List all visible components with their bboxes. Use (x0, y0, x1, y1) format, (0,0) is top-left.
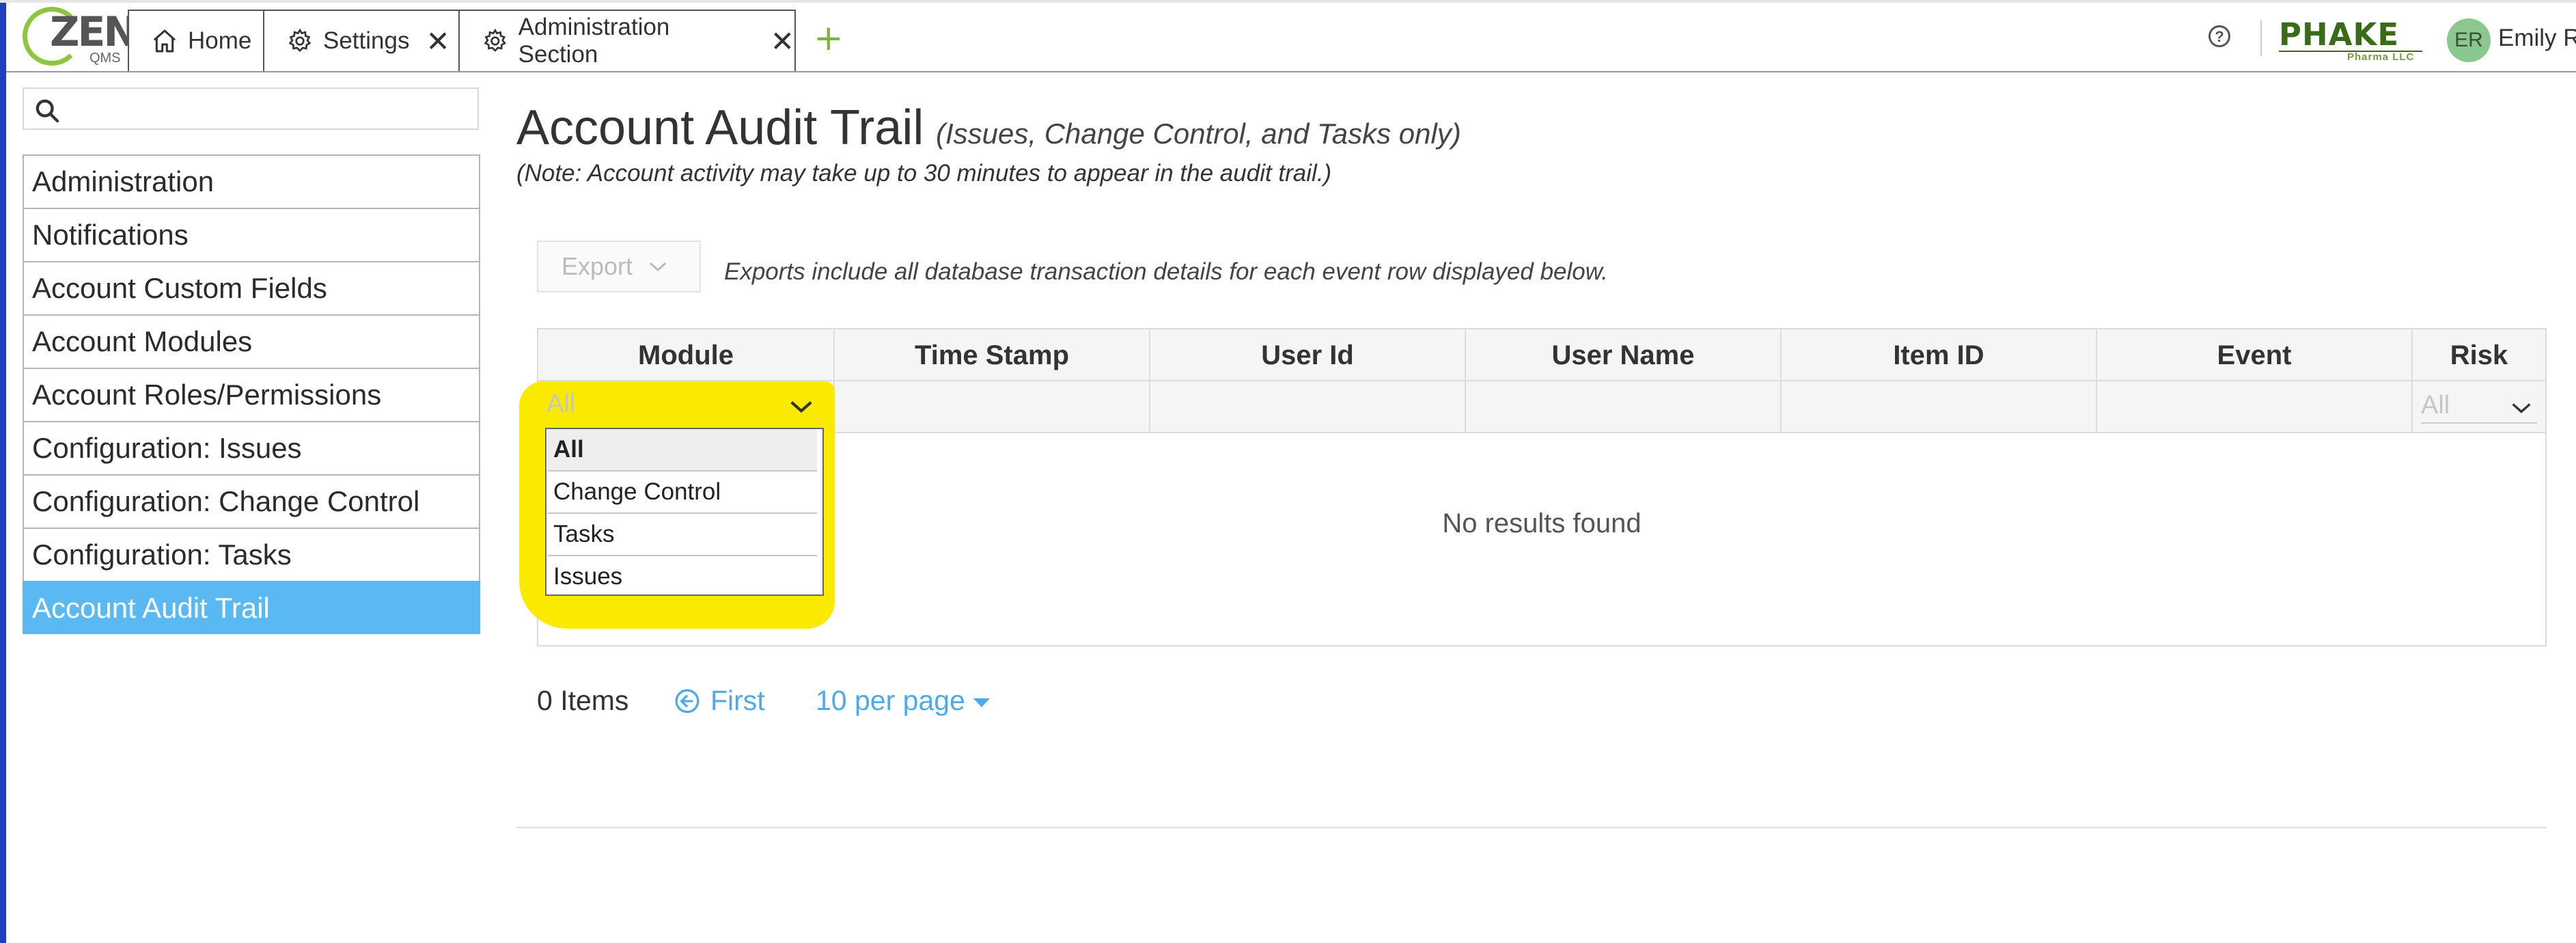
tab-home-label: Home (188, 27, 252, 54)
column-header-user-id[interactable]: User Id (1150, 329, 1466, 381)
filter-cell-event (2097, 381, 2413, 433)
company-subtitle: Pharma LLC (2347, 51, 2415, 63)
window-left-edge (0, 0, 6, 943)
add-tab-button[interactable]: + (814, 18, 844, 59)
column-header-item-id[interactable]: Item ID (1782, 329, 2097, 381)
sidebar-search[interactable] (23, 87, 479, 130)
page-size-label: 10 per page (816, 685, 965, 716)
module-filter-value: All (546, 390, 576, 418)
first-page-label: First (710, 685, 765, 716)
zen-qms-logo[interactable]: ZEN QMS (23, 7, 138, 68)
close-icon[interactable]: ✕ (771, 25, 794, 58)
logo-text: ZEN (50, 8, 138, 56)
page-note: (Note: Account activity may take up to 3… (516, 160, 1332, 187)
column-header-module[interactable]: Module (538, 329, 835, 381)
content-divider (516, 827, 2547, 828)
sidebar-item-configuration-tasks[interactable]: Configuration: Tasks (23, 528, 480, 581)
arrow-left-circle-icon (675, 689, 700, 713)
export-button[interactable]: Export (537, 241, 701, 292)
sidebar-item-configuration-change-control[interactable]: Configuration: Change Control (23, 474, 480, 528)
column-header-event[interactable]: Event (2097, 329, 2413, 381)
gear-icon (484, 28, 507, 52)
module-option-tasks[interactable]: Tasks (548, 514, 817, 556)
caret-down-icon (973, 698, 990, 707)
company-logo: PHAKE Pharma LLC (2279, 14, 2424, 63)
sidebar-item-account-roles-permissions[interactable]: Account Roles/Permissions (23, 368, 480, 421)
column-header-time-stamp[interactable]: Time Stamp (835, 329, 1150, 381)
module-option-all[interactable]: All (548, 429, 817, 472)
top-bar: ZEN QMS Home Settings ✕ Administration S… (6, 3, 2576, 72)
company-name: PHAKE (2279, 16, 2400, 53)
sidebar-item-account-audit-trail[interactable]: Account Audit Trail (23, 581, 480, 634)
sidebar-item-configuration-issues[interactable]: Configuration: Issues (23, 421, 480, 474)
chevron-down-icon (2512, 403, 2531, 413)
tab-settings-label: Settings (323, 27, 410, 54)
tab-settings[interactable]: Settings ✕ (264, 10, 460, 71)
empty-message: No results found (1442, 508, 1642, 538)
header-divider (2260, 20, 2262, 56)
chevron-down-icon (790, 401, 812, 413)
module-filter-dropdown: All Change Control Tasks Issues (545, 428, 824, 596)
user-name[interactable]: Emily R (2498, 25, 2576, 52)
module-filter-select[interactable]: All (546, 390, 820, 425)
filter-cell-time-stamp (835, 381, 1150, 433)
page-size-select[interactable]: 10 per page (816, 685, 990, 717)
export-note: Exports include all database transaction… (724, 258, 1608, 285)
gear-icon (288, 28, 311, 53)
sidebar-item-account-custom-fields[interactable]: Account Custom Fields (23, 261, 480, 314)
home-icon (154, 29, 176, 53)
tab-administration-label: Administration Section (518, 14, 670, 68)
column-header-user-name[interactable]: User Name (1466, 329, 1782, 381)
item-count: 0 Items (537, 685, 629, 716)
tab-administration-section[interactable]: Administration Section ✕ (460, 10, 796, 71)
search-input[interactable] (66, 93, 472, 126)
column-header-risk[interactable]: Risk (2413, 329, 2545, 381)
risk-filter-select[interactable]: All (2421, 391, 2537, 424)
tab-home[interactable]: Home (128, 10, 264, 71)
filter-cell-item-id (1782, 381, 2097, 433)
filter-cell-user-name (1466, 381, 1782, 433)
close-icon[interactable]: ✕ (426, 25, 449, 58)
risk-filter-value: All (2421, 391, 2450, 420)
first-page-link[interactable]: First (674, 685, 765, 717)
page-subtitle: (Issues, Change Control, and Tasks only) (936, 118, 1461, 150)
module-option-change-control[interactable]: Change Control (548, 472, 817, 514)
audit-trail-grid: Module Time Stamp User Id User Name Item… (537, 328, 2547, 646)
search-icon (36, 99, 59, 123)
logo-subtext: QMS (89, 51, 121, 66)
sidebar-item-account-modules[interactable]: Account Modules (23, 314, 480, 368)
filter-cell-user-id (1150, 381, 1466, 433)
module-option-issues[interactable]: Issues (548, 556, 817, 599)
help-icon[interactable]: ? (2208, 25, 2230, 47)
avatar[interactable]: ER (2447, 18, 2491, 62)
chevron-down-icon (649, 262, 667, 272)
filter-cell-risk: All (2413, 381, 2545, 433)
export-label: Export (562, 252, 633, 280)
sidebar-item-administration[interactable]: Administration (23, 154, 480, 208)
sidebar-nav: Administration Notifications Account Cus… (23, 154, 480, 634)
page-title: Account Audit Trail (516, 100, 924, 155)
sidebar-item-notifications[interactable]: Notifications (23, 208, 480, 261)
